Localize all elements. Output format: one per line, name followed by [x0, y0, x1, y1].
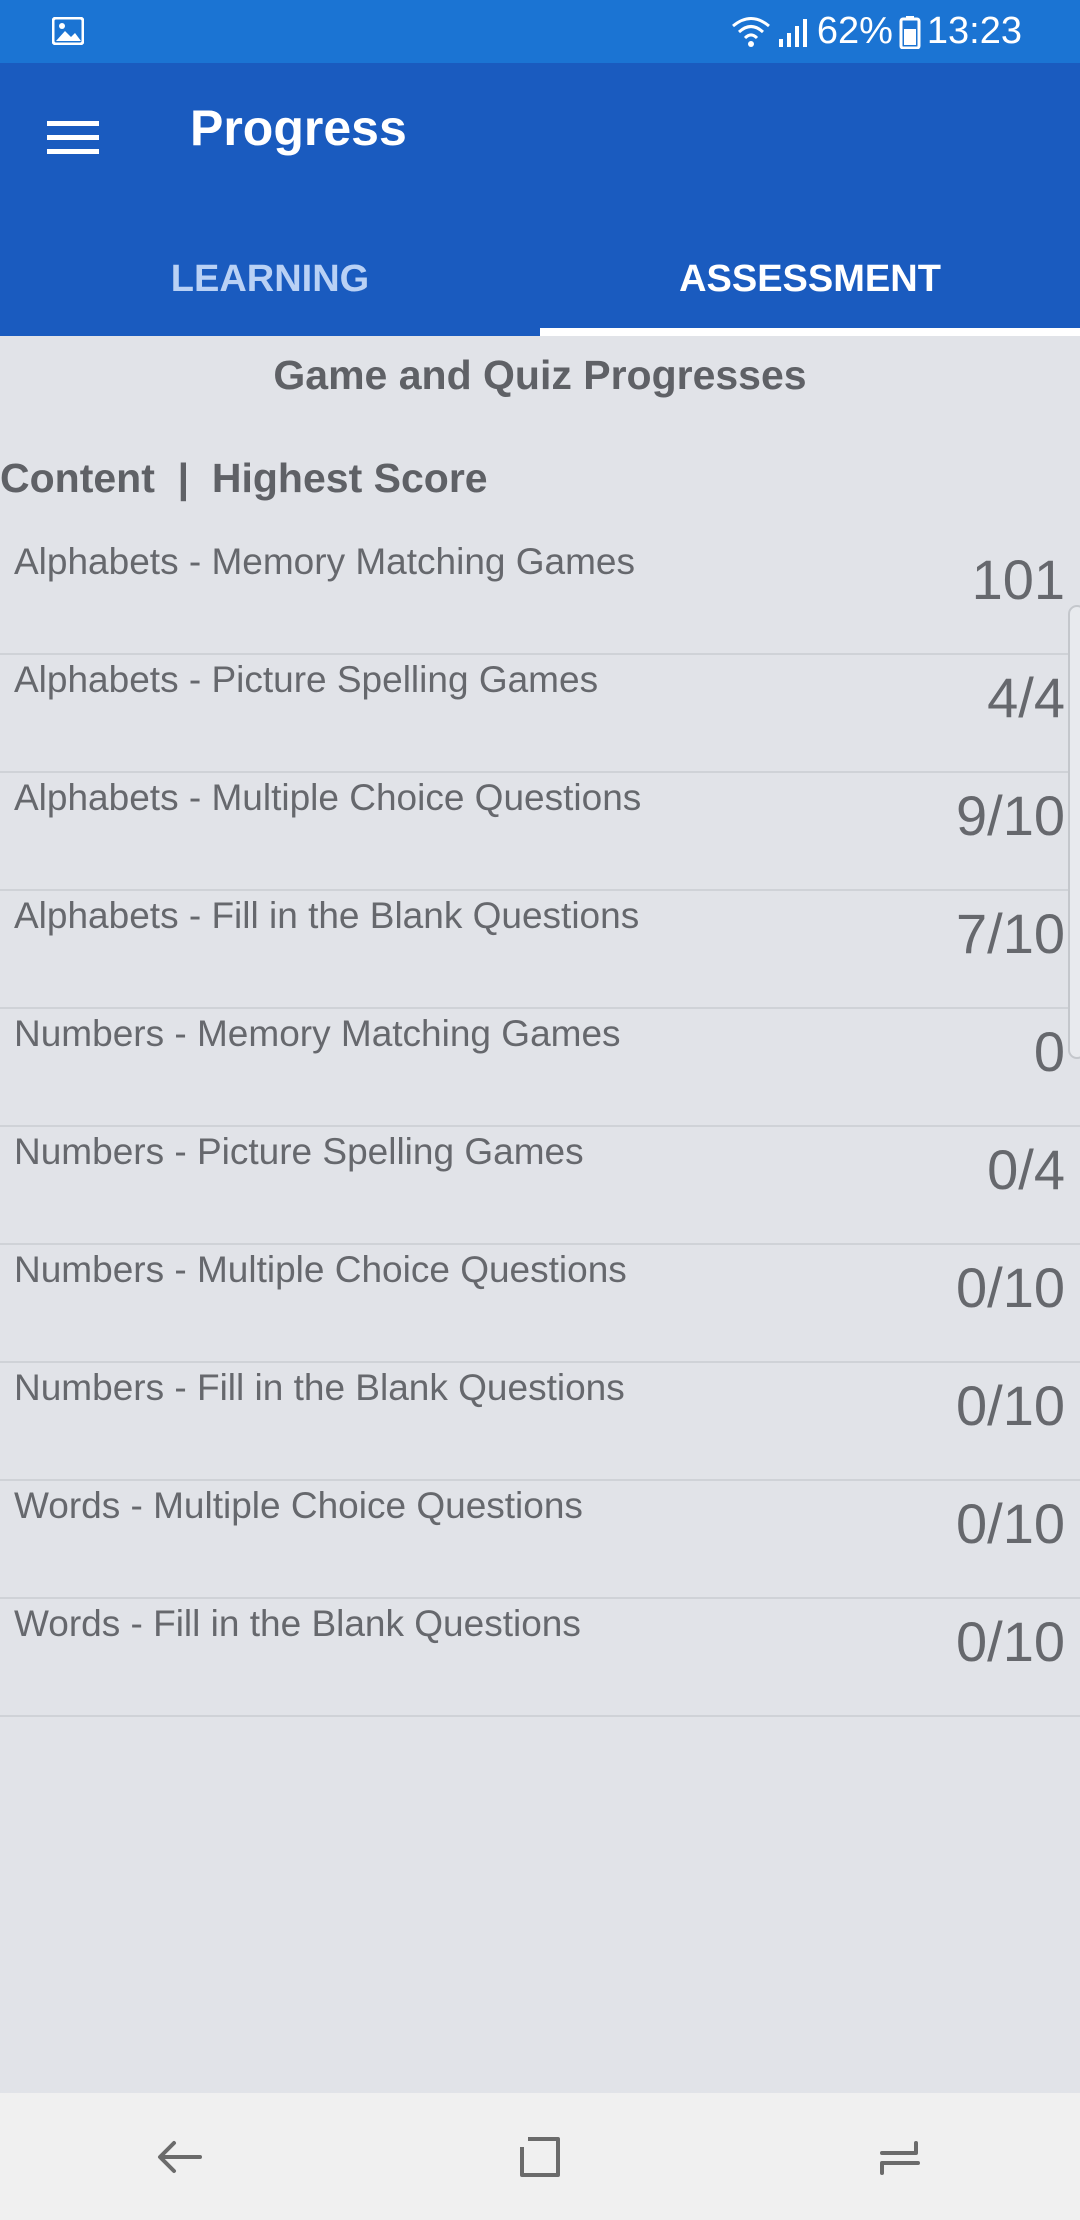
edge-panel-handle[interactable]: [1068, 605, 1080, 1059]
list-item: Words - Fill in the Blank Questions 0/10: [0, 1599, 1080, 1717]
highest-score: 9/10: [956, 784, 1065, 847]
gallery-icon: [52, 17, 84, 45]
back-icon: [158, 2140, 202, 2173]
navigation-bar: [0, 2093, 1080, 2220]
highest-score: 0/10: [956, 1610, 1065, 1673]
content-label: Alphabets - Fill in the Blank Questions: [14, 895, 640, 936]
page-title: Progress: [190, 100, 407, 156]
content-label: Numbers - Multiple Choice Questions: [14, 1249, 627, 1290]
list-item: Alphabets - Multiple Choice Questions 9/…: [0, 773, 1080, 891]
status-bar: 62% 13:23: [0, 0, 1080, 63]
list-item: Alphabets - Memory Matching Games 101: [0, 537, 1080, 655]
section-title: Game and Quiz Progresses: [273, 352, 807, 398]
clock: 13:23: [926, 10, 1022, 52]
hamburger-menu-icon: [47, 121, 99, 154]
recents-button[interactable]: [840, 2107, 960, 2207]
content-label: Alphabets - Multiple Choice Questions: [14, 777, 642, 818]
back-button[interactable]: [120, 2107, 240, 2207]
content-label: Alphabets - Memory Matching Games: [14, 541, 636, 582]
tab-learning[interactable]: LEARNING: [0, 243, 540, 316]
list-item: Numbers - Memory Matching Games 0: [0, 1009, 1080, 1127]
highest-score: 4/4: [987, 666, 1065, 729]
status-indicators: 62% 13:23: [731, 0, 1022, 63]
content-label: Numbers - Fill in the Blank Questions: [14, 1367, 625, 1408]
highest-score: 0/10: [956, 1374, 1065, 1437]
recents-icon: [880, 2140, 920, 2175]
list-item: Numbers - Picture Spelling Games 0/4: [0, 1127, 1080, 1245]
home-icon: [520, 2136, 560, 2177]
content-label: Numbers - Memory Matching Games: [14, 1013, 621, 1054]
column-header: Content | Highest Score: [0, 455, 488, 501]
home-button[interactable]: [480, 2107, 600, 2207]
list-item: Alphabets - Picture Spelling Games 4/4: [0, 655, 1080, 773]
highest-score: 0/10: [956, 1492, 1065, 1555]
list-item: Numbers - Fill in the Blank Questions 0/…: [0, 1363, 1080, 1481]
highest-score: 0: [1033, 1020, 1065, 1083]
wifi-icon: [731, 16, 770, 47]
tab-assessment[interactable]: ASSESSMENT: [540, 243, 1080, 316]
battery-percent: 62%: [816, 10, 893, 52]
highest-score: 101: [971, 548, 1065, 611]
content-label: Words - Fill in the Blank Questions: [14, 1603, 581, 1644]
app-bar: Progress LEARNING ASSESSMENT: [0, 63, 1080, 336]
content-label: Numbers - Picture Spelling Games: [14, 1131, 584, 1172]
list-item: Alphabets - Fill in the Blank Questions …: [0, 891, 1080, 1009]
list-item: Words - Multiple Choice Questions 0/10: [0, 1481, 1080, 1599]
signal-icon: [778, 18, 807, 47]
active-tab-indicator: [540, 328, 1080, 336]
list-item: Numbers - Multiple Choice Questions 0/10: [0, 1245, 1080, 1363]
battery-icon: [899, 15, 921, 49]
tab-bar: LEARNING ASSESSMENT: [0, 258, 1080, 336]
content-label: Alphabets - Picture Spelling Games: [14, 659, 599, 700]
progress-list[interactable]: Alphabets - Memory Matching Games 101 Al…: [0, 537, 1080, 1717]
highest-score: 0/4: [987, 1138, 1065, 1201]
menu-button[interactable]: [30, 101, 116, 175]
content-label: Words - Multiple Choice Questions: [14, 1485, 583, 1526]
highest-score: 7/10: [956, 902, 1065, 965]
highest-score: 0/10: [956, 1256, 1065, 1319]
